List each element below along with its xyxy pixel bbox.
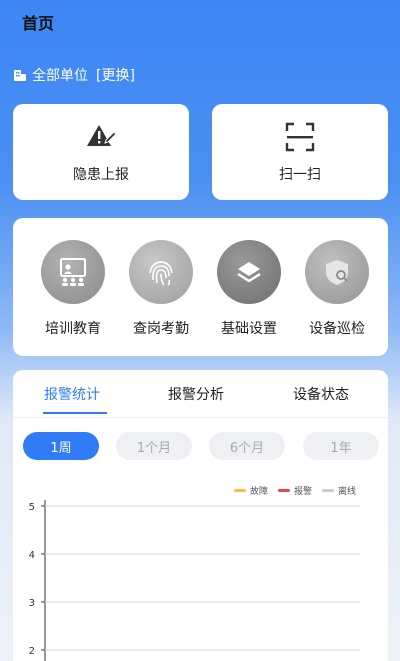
menu-item-basic-settings[interactable]: 基础设置 xyxy=(209,240,289,338)
tab-alarm-analysis[interactable]: 报警分析 xyxy=(168,384,224,404)
statistics-panel: 报警统计 报警分析 设备状态 1周 1个月 6个月 1年 故障 报警 离线 54… xyxy=(13,370,388,661)
unit-selector[interactable]: 全部单位 [更换] xyxy=(13,64,135,86)
menu-item-label: 设备巡检 xyxy=(309,321,365,337)
building-icon xyxy=(14,70,26,81)
menu-item-label: 培训教育 xyxy=(45,321,101,337)
period-1-week[interactable]: 1周 xyxy=(23,432,99,460)
menu-item-label: 查岗考勤 xyxy=(133,321,189,337)
hazard-report-label: 隐患上报 xyxy=(73,167,129,183)
page-title: 首页 xyxy=(22,14,55,33)
menu-item-label: 基础设置 xyxy=(221,321,277,337)
feature-menu: 培训教育 查岗考勤 基础设置 设备巡检 xyxy=(13,218,388,356)
alarm-chart: 5 4 3 2 xyxy=(29,500,360,661)
period-6-months[interactable]: 6个月 xyxy=(209,432,285,460)
layers-icon xyxy=(217,240,281,304)
y-tick-label: 3 xyxy=(29,598,35,609)
tabs-divider xyxy=(13,417,388,418)
y-tick-label: 5 xyxy=(29,502,35,513)
unit-name: 全部单位 xyxy=(32,68,88,84)
y-tick-label: 4 xyxy=(29,550,35,561)
shield-inspect-icon xyxy=(305,240,369,304)
period-1-month[interactable]: 1个月 xyxy=(116,432,192,460)
switch-unit-link[interactable]: [更换] xyxy=(96,65,135,85)
menu-item-training[interactable]: 培训教育 xyxy=(33,240,113,338)
hazard-report-button[interactable]: 隐患上报 xyxy=(13,104,189,200)
tab-bar: 报警统计 报警分析 设备状态 xyxy=(13,370,388,418)
scan-label: 扫一扫 xyxy=(279,167,321,183)
top-bar: 首页 xyxy=(0,0,400,44)
scan-button[interactable]: 扫一扫 xyxy=(212,104,388,200)
training-icon xyxy=(41,240,105,304)
y-tick-label: 2 xyxy=(29,646,35,657)
menu-item-attendance[interactable]: 查岗考勤 xyxy=(121,240,201,338)
scan-icon xyxy=(285,122,315,152)
hazard-report-icon xyxy=(87,125,117,146)
fingerprint-icon xyxy=(129,240,193,304)
tab-alarm-stats[interactable]: 报警统计 xyxy=(44,384,100,404)
tab-device-status[interactable]: 设备状态 xyxy=(293,384,349,404)
period-1-year[interactable]: 1年 xyxy=(303,432,379,460)
menu-item-device-inspection[interactable]: 设备巡检 xyxy=(297,240,377,338)
active-tab-indicator xyxy=(43,412,107,414)
